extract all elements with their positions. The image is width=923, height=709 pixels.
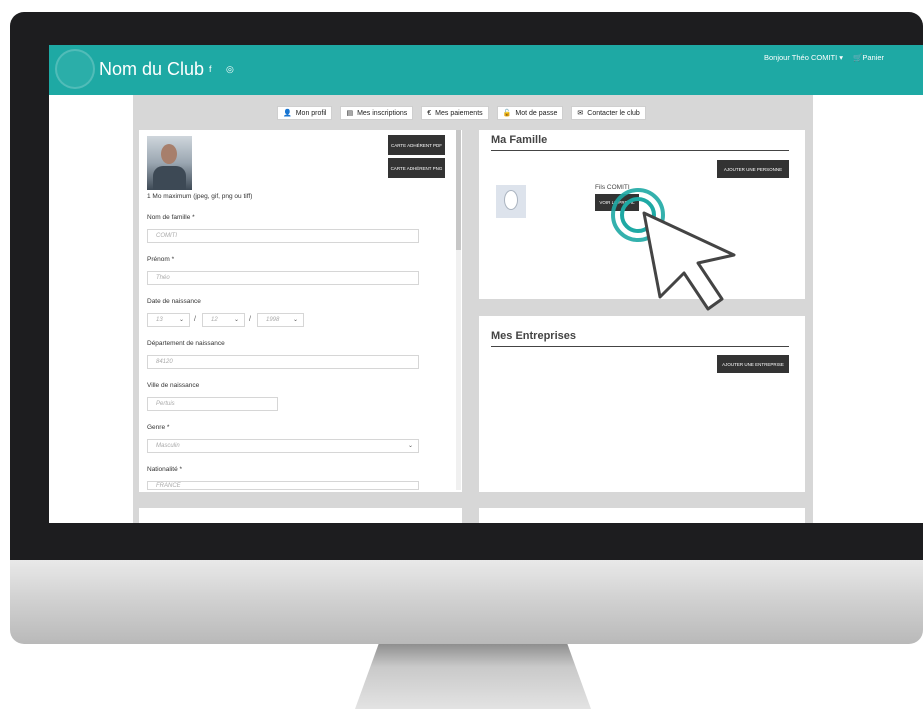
date-separator: / xyxy=(194,316,196,323)
profile-form-panel: CARTE ADHÉRENT PDF CARTE ADHÉRENT PNG 1 … xyxy=(139,130,462,492)
user-menu[interactable]: Bonjour Théo COMITI ▾ xyxy=(764,53,843,62)
right-gutter xyxy=(813,95,923,523)
tab-mes-paiements[interactable]: € Mes paiements xyxy=(421,106,489,120)
social-icons[interactable]: f ◎ xyxy=(209,64,240,75)
tab-label: Contacter le club xyxy=(587,109,640,117)
nationalite-value: FRANCE xyxy=(156,483,181,489)
add-person-button[interactable]: AJOUTER UNE PERSONNE xyxy=(717,160,789,178)
club-name[interactable]: Nom du Club xyxy=(99,59,204,80)
monitor-stand xyxy=(355,644,591,709)
lock-icon: 🔓 xyxy=(502,110,512,117)
birth-date-label: Date de naissance xyxy=(147,298,201,305)
monitor-chin xyxy=(10,560,923,644)
member-name: Fils COMITI xyxy=(595,184,630,191)
chevron-down-icon: ⌄ xyxy=(407,443,413,449)
nationalite-select[interactable]: FRANCE xyxy=(147,481,419,490)
club-logo[interactable] xyxy=(55,49,95,89)
ville-label: Ville de naissance xyxy=(147,382,200,389)
avatar-placeholder-icon xyxy=(504,190,518,210)
birth-day-select[interactable]: 13 ⌄ xyxy=(147,313,190,327)
screen: Nom du Club f ◎ Bonjour Théo COMITI ▾ 🛒P… xyxy=(49,45,923,523)
ville-field[interactable]: Pertuis xyxy=(147,397,278,411)
birth-year-value: 1998 xyxy=(266,317,280,323)
euro-icon: € xyxy=(427,109,432,117)
entreprises-panel: Mes Entreprises AJOUTER UNE ENTREPRISE xyxy=(479,316,805,492)
chevron-down-icon: ⌄ xyxy=(178,317,184,323)
tab-label: Mot de passe xyxy=(515,109,558,117)
prenom-field[interactable]: Théo xyxy=(147,271,419,285)
cart-link[interactable]: 🛒Panier xyxy=(853,53,884,62)
photo-hint: 1 Mo maximum (jpeg, gif, png ou tiff) xyxy=(147,193,253,200)
nationalite-label: Nationalité * xyxy=(147,466,183,473)
user-icon: 👤 xyxy=(283,110,292,117)
dept-label: Département de naissance xyxy=(147,340,225,347)
genre-label: Genre * xyxy=(147,424,170,431)
entreprises-divider xyxy=(491,346,789,347)
card-png-button[interactable]: CARTE ADHÉRENT PNG xyxy=(388,158,445,178)
dept-field[interactable]: 84120 xyxy=(147,355,419,369)
cart-icon: 🛒 xyxy=(853,53,863,62)
envelope-icon: ✉ xyxy=(577,110,584,117)
genre-value: Masculin xyxy=(156,443,180,449)
pointer-cursor-icon xyxy=(642,211,736,311)
bottom-left-panel xyxy=(139,508,462,523)
date-separator: / xyxy=(249,316,251,323)
form-scrollbar-thumb[interactable] xyxy=(456,130,461,250)
entreprises-title: Mes Entreprises xyxy=(491,330,576,342)
prenom-label: Prénom * xyxy=(147,256,175,263)
genre-select[interactable]: Masculin ⌄ xyxy=(147,439,419,453)
birth-year-select[interactable]: 1998 ⌄ xyxy=(257,313,304,327)
tab-mot-de-passe[interactable]: 🔓 Mot de passe xyxy=(496,106,564,120)
tab-mon-profil[interactable]: 👤 Mon profil xyxy=(277,106,333,120)
profile-tabs: 👤 Mon profil ▤ Mes inscriptions € Mes pa… xyxy=(277,106,646,120)
tab-label: Mes paiements xyxy=(435,109,483,117)
avatar-body xyxy=(153,166,186,190)
list-icon: ▤ xyxy=(346,110,354,117)
member-avatar[interactable] xyxy=(496,185,526,218)
nom-field[interactable]: COMITI xyxy=(147,229,419,243)
cart-label: Panier xyxy=(862,53,885,62)
tab-contacter-club[interactable]: ✉ Contacter le club xyxy=(571,106,646,120)
top-navbar: Nom du Club f ◎ Bonjour Théo COMITI ▾ 🛒P… xyxy=(49,45,923,95)
birth-month-value: 12 xyxy=(211,317,218,323)
card-pdf-button[interactable]: CARTE ADHÉRENT PDF xyxy=(388,135,445,155)
tab-mes-inscriptions[interactable]: ▤ Mes inscriptions xyxy=(340,106,414,120)
birth-month-select[interactable]: 12 ⌄ xyxy=(202,313,245,327)
nom-label: Nom de famille * xyxy=(147,214,195,221)
birth-day-value: 13 xyxy=(156,317,163,323)
tab-label: Mon profil xyxy=(295,109,327,117)
avatar[interactable] xyxy=(147,136,192,190)
famille-divider xyxy=(491,150,789,151)
chevron-down-icon: ⌄ xyxy=(233,317,239,323)
famille-title: Ma Famille xyxy=(491,134,548,146)
chevron-down-icon: ⌄ xyxy=(292,317,298,323)
avatar-head xyxy=(161,144,177,164)
tab-label: Mes inscriptions xyxy=(357,109,408,117)
bottom-right-panel xyxy=(479,508,805,523)
add-company-button[interactable]: AJOUTER UNE ENTREPRISE xyxy=(717,355,789,373)
